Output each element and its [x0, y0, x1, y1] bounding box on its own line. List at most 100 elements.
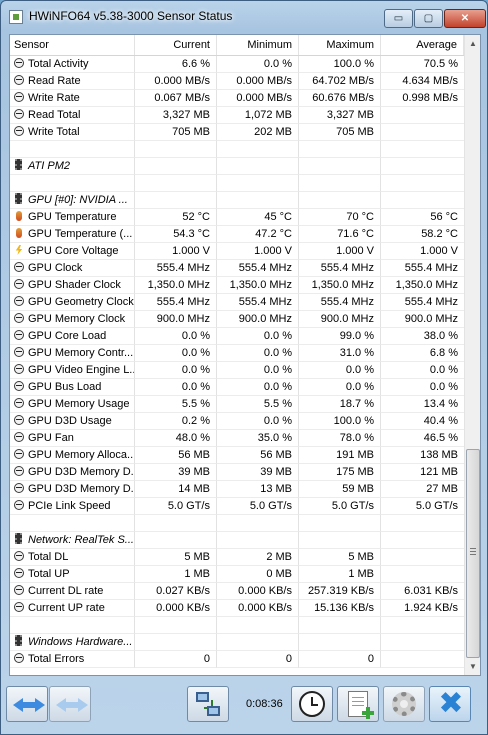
sensor-row[interactable]: GPU D3D Memory D... 14 MB 13 MB 59 MB 27 MB [10, 481, 464, 498]
reset-timer-button[interactable] [291, 686, 333, 722]
sensor-row[interactable]: GPU Temperature (... 54.3 °C 47.2 °C 71.6 °… [10, 226, 464, 243]
sensor-row[interactable]: Total UP 1 MB 0 MB 1 MB [10, 566, 464, 583]
sensor-value: 1.000 V [336, 245, 374, 257]
gauge-icon [14, 500, 24, 510]
sensor-row[interactable]: GPU Geometry Clock 555.4 MHz 555.4 MHz 555.… [10, 294, 464, 311]
cell-maximum [299, 515, 381, 532]
cell-minimum [217, 532, 299, 549]
cell-average: 6.8 % [381, 345, 464, 362]
sensor-row[interactable]: Write Total 705 MB 202 MB 705 MB [10, 124, 464, 141]
sensor-row[interactable]: GPU Core Load 0.0 % 0.0 % 99.0 % 38.0 % [10, 328, 464, 345]
settings-button[interactable] [383, 686, 425, 722]
sensor-value: 1,350.0 MHz [395, 279, 458, 291]
sensor-value: 0.0 % [429, 381, 458, 393]
cell-maximum: 15.136 KB/s [299, 600, 381, 617]
sensor-row[interactable]: GPU D3D Usage 0.2 % 0.0 % 100.0 % 40.4 % [10, 413, 464, 430]
sensor-row[interactable]: GPU Video Engine L... 0.0 % 0.0 % 0.0 % 0.0 … [10, 362, 464, 379]
column-header-maximum[interactable]: Maximum [299, 35, 381, 55]
sensor-row[interactable]: Total DL 5 MB 2 MB 5 MB [10, 549, 464, 566]
cell-maximum [299, 634, 381, 651]
sensor-value: 1,072 MB [244, 109, 292, 121]
cell-minimum: 0.000 MB/s [217, 73, 299, 90]
scroll-up-arrow-icon[interactable]: ▲ [465, 35, 480, 52]
sensor-group-header[interactable]: Network: RealTek S... [10, 532, 464, 549]
scrollbar-thumb[interactable] [466, 449, 480, 658]
sensor-row[interactable]: Total Activity 6.6 % 0.0 % 100.0 % 70.5 % [10, 56, 464, 73]
sensor-group-header[interactable]: ATI PM2 [10, 158, 464, 175]
maximize-button[interactable]: ▢ [414, 9, 443, 28]
sensor-value: 18.7 % [339, 398, 374, 410]
network-button[interactable] [187, 686, 229, 722]
sensor-row[interactable]: Write Rate 0.067 MB/s 0.000 MB/s 60.676 MB/… [10, 90, 464, 107]
sensor-row[interactable]: GPU Clock 555.4 MHz 555.4 MHz 555.4 MHz 555.… [10, 260, 464, 277]
sensor-group-header[interactable]: Windows Hardware... [10, 634, 464, 651]
sensor-row[interactable]: Current DL rate 0.027 KB/s 0.000 KB/s 257.3… [10, 583, 464, 600]
sensor-label: GPU Memory Clock [28, 313, 126, 325]
sensor-row[interactable]: GPU Shader Clock 1,350.0 MHz 1,350.0 MHz 1,… [10, 277, 464, 294]
sensor-value: 5.5 % [263, 398, 292, 410]
sensor-value: 3,327 MB [326, 109, 374, 121]
sensor-value: 48.0 % [175, 432, 210, 444]
sensor-row[interactable]: GPU Core Voltage 1.000 V 1.000 V 1.000 V 1.0… [10, 243, 464, 260]
sensor-row[interactable]: GPU Fan 48.0 % 35.0 % 78.0 % 46.5 % [10, 430, 464, 447]
column-header-average[interactable]: Average [381, 35, 464, 55]
column-header-sensor[interactable]: Sensor [10, 35, 135, 55]
title-bar[interactable]: HWiNFO64 v5.38-3000 Sensor Status ▭ ▢ ✕ [1, 1, 487, 33]
sensor-label: Total Errors [28, 653, 85, 665]
cell-sensor: Total Activity [10, 56, 135, 73]
sensor-row[interactable]: Current UP rate 0.000 KB/s 0.000 KB/s 15.13… [10, 600, 464, 617]
sensor-value: 15.136 KB/s [314, 602, 374, 614]
sensor-row[interactable]: Read Total 3,327 MB 1,072 MB 3,327 MB [10, 107, 464, 124]
cell-average: 13.4 % [381, 396, 464, 413]
sensor-value: 175 MB [336, 466, 374, 478]
sensor-group-header[interactable]: GPU [#0]: NVIDIA ... [10, 192, 464, 209]
compact-icon [56, 698, 88, 712]
gauge-icon [14, 75, 24, 85]
sensor-label: GPU Shader Clock [28, 279, 121, 291]
sensor-value: 0.0 % [345, 364, 374, 376]
cell-sensor: GPU Core Load [10, 328, 135, 345]
sensor-row[interactable]: GPU D3D Memory D... 39 MB 39 MB 175 MB 121 M… [10, 464, 464, 481]
cell-average [381, 566, 464, 583]
sensor-value: 70.5 % [423, 58, 458, 70]
sensor-value: 56 MB [178, 449, 210, 461]
sensor-row[interactable]: GPU Memory Usage 5.5 % 5.5 % 18.7 % 13.4 % [10, 396, 464, 413]
sensor-row[interactable]: PCIe Link Speed 5.0 GT/s 5.0 GT/s 5.0 GT/s 5… [10, 498, 464, 515]
sensor-row[interactable]: Read Rate 0.000 MB/s 0.000 MB/s 64.702 MB/s… [10, 73, 464, 90]
logging-button[interactable] [337, 686, 379, 722]
minimize-button[interactable]: ▭ [384, 9, 413, 28]
sensor-row[interactable]: GPU Memory Contr... 0.0 % 0.0 % 31.0 % 6.8 % [10, 345, 464, 362]
sensor-value: 0.2 % [181, 415, 210, 427]
sensor-value: 138 MB [420, 449, 458, 461]
close-window-button[interactable]: ✕ [444, 9, 486, 28]
spacer-row [10, 175, 464, 192]
sensor-value: 6.6 % [181, 58, 210, 70]
close-sensors-button[interactable]: ✖ [429, 686, 471, 722]
sensor-row[interactable]: GPU Memory Clock 900.0 MHz 900.0 MHz 900.0 … [10, 311, 464, 328]
cell-maximum: 70 °C [299, 209, 381, 226]
gauge-icon [14, 92, 24, 102]
sensor-row[interactable]: GPU Memory Alloca... 56 MB 56 MB 191 MB 138 … [10, 447, 464, 464]
cell-current [135, 175, 217, 192]
cell-current: 0.027 KB/s [135, 583, 217, 600]
cell-maximum: 5 MB [299, 549, 381, 566]
cell-minimum: 555.4 MHz [217, 294, 299, 311]
cell-current: 5.5 % [135, 396, 217, 413]
cell-sensor: GPU Memory Contr... [10, 345, 135, 362]
sensor-value: 100.0 % [333, 58, 374, 70]
close-x-icon: ✖ [438, 686, 464, 721]
compact-view-button[interactable] [49, 686, 91, 722]
cell-average: 38.0 % [381, 328, 464, 345]
column-header-current[interactable]: Current [135, 35, 217, 55]
sensor-row[interactable]: GPU Temperature 52 °C 45 °C 70 °C 56 °C [10, 209, 464, 226]
sensor-value: 1.000 V [420, 245, 458, 257]
expand-collapse-button[interactable] [6, 686, 48, 722]
vertical-scrollbar[interactable]: ▲ ▼ [464, 35, 480, 675]
gauge-icon [14, 347, 24, 357]
cell-average [381, 158, 464, 175]
column-header-minimum[interactable]: Minimum [217, 35, 299, 55]
scroll-down-arrow-icon[interactable]: ▼ [465, 658, 480, 675]
sensor-row[interactable]: GPU Bus Load 0.0 % 0.0 % 0.0 % 0.0 % [10, 379, 464, 396]
thermometer-icon [16, 228, 22, 238]
sensor-row[interactable]: Total Errors 0 0 0 [10, 651, 464, 668]
